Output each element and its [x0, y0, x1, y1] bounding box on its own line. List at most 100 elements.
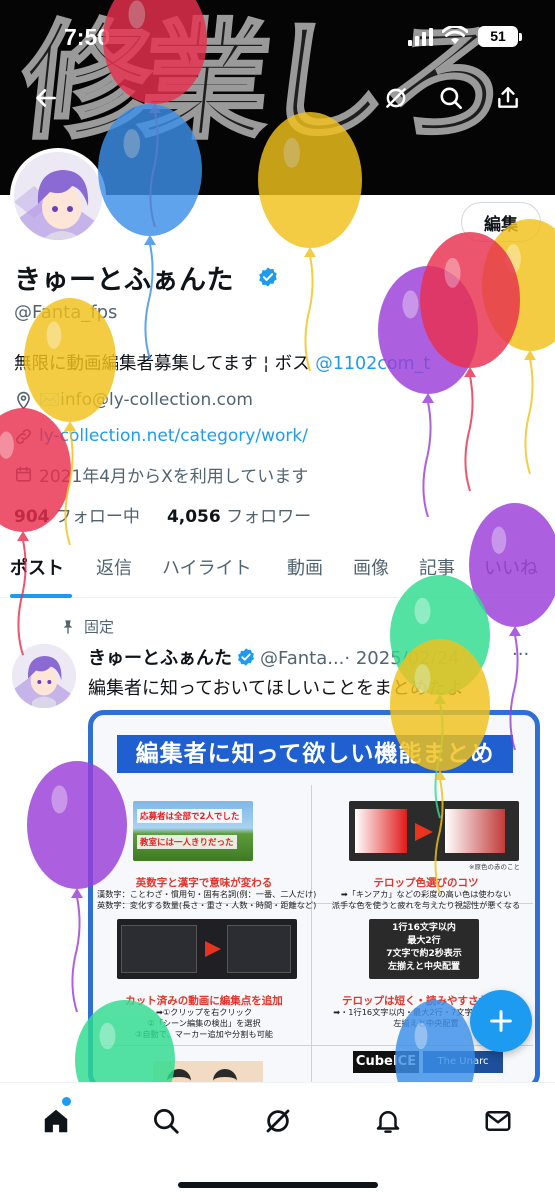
image-thumb: 応募者は全部で2人でした 教室には一人きりだった [133, 801, 253, 861]
tab-likes[interactable]: いいね [484, 554, 538, 580]
followers-label: フォロワー [226, 507, 312, 527]
post-avatar-illustration [12, 644, 76, 708]
thumb-caption: 応募者は全部で2人でした [137, 809, 243, 823]
thumb-line: 最大2行 [407, 936, 441, 946]
tab-articles[interactable]: 記事 [419, 554, 455, 580]
cell-heading: カット済みの動画に編集点を追加 [125, 995, 283, 1007]
tab-highlights[interactable]: ハイライト [162, 554, 252, 580]
dialog-thumb [227, 925, 291, 973]
status-bar: 7:50 51 [0, 0, 555, 70]
battery-icon: 51 [478, 26, 518, 47]
display-name: きゅーとふぁんた [14, 265, 234, 296]
grok-button[interactable] [376, 78, 416, 118]
post-text: 編集者に知っておいてほしいことをまとめたよ [88, 678, 465, 699]
followers-link[interactable]: 4,056 フォロワー [167, 507, 311, 527]
search-button[interactable] [431, 78, 471, 118]
color-picker-swatch [445, 809, 505, 853]
verified-badge-icon [238, 648, 254, 666]
image-cell-scene-edit: カット済みの動画に編集点を追加 ➡①クリップを右クリック ②「シーン編集の検出」… [97, 919, 311, 1039]
share-button[interactable] [488, 78, 528, 118]
profile-website-row: ly-collection.net/category/work/ [14, 426, 308, 446]
signal-icon [408, 28, 433, 46]
cell-desc: ③自動で、マーカー追加や分割も可能 [134, 1029, 273, 1039]
cell-heading: テロップ色選びのコツ [373, 877, 479, 889]
balloon [420, 232, 520, 492]
cell-desc: ➡「キンアカ」などの彩度の高い色は使わない [340, 889, 512, 899]
cell-desc: ➡①クリップを右クリック [155, 1007, 253, 1017]
color-picker-swatch [355, 809, 407, 853]
search-icon [440, 87, 463, 110]
profile-email-row: ✉️info@ly-collection.com [14, 390, 253, 410]
search-icon [154, 1109, 179, 1134]
cell-desc: 英数字：変化する数量(長さ・重さ・人数・時間・距離など) [97, 900, 317, 910]
notification-dot [62, 1097, 71, 1106]
pin-icon [63, 619, 73, 634]
tab-videos[interactable]: 動画 [287, 554, 323, 580]
image-cell-colors: ※原色の赤のこと テロップ色選びのコツ ➡「キンアカ」などの彩度の高い色は使わな… [319, 801, 533, 910]
post-author-handle[interactable]: @Fanta... [260, 648, 344, 669]
avatar-illustration [14, 152, 102, 240]
post-avatar[interactable] [12, 644, 76, 708]
home-icon [44, 1109, 68, 1133]
following-label: フォロー中 [54, 507, 140, 527]
cell-desc: ②「シーン編集の検出」を選択 [147, 1018, 261, 1028]
verified-badge-icon [259, 267, 277, 287]
profile-tabs: ポスト 返信 ハイライト 動画 画像 記事 いいね [0, 540, 555, 598]
arrow-right-icon [205, 941, 221, 957]
cubeice-logo: CubeICE [353, 1051, 419, 1073]
tab-replies[interactable]: 返信 [96, 554, 132, 580]
cell-note: ※原色の赤のこと [469, 863, 520, 871]
edit-profile-button[interactable]: 編集 [461, 202, 541, 242]
image-title: 編集者に知って欲しい機能まとめ [117, 735, 513, 773]
pinned-text: 固定 [84, 618, 115, 636]
image-thumb [117, 919, 297, 979]
follow-stats: 904 フォロー中 4,056 フォロワー [14, 502, 311, 527]
balloon [378, 266, 478, 518]
post-header: きゅーとふぁんた @Fanta...· 2025/02/24 [88, 644, 460, 670]
post-more-button[interactable]: ··· [512, 644, 529, 665]
bio-text: 無限に動画編集者募集してます ¦ ボス [14, 354, 316, 374]
balloon [482, 219, 555, 475]
pinned-label: 固定 [60, 616, 114, 637]
cell-desc: 派手な色を使うと疲れを与えたり視認性が悪くなる [331, 900, 521, 910]
thumb-line: 7文字で約2秒表示 [386, 949, 462, 959]
cell-heading: 英数字と漢字で意味が変わる [135, 877, 273, 889]
wifi-icon [442, 26, 468, 44]
unarc-logo: The Unarc [423, 1051, 503, 1073]
location-pin-icon [17, 391, 30, 410]
followers-count: 4,056 [166, 507, 221, 527]
grok-icon [266, 1109, 290, 1133]
following-link[interactable]: 904 フォロー中 [14, 507, 140, 527]
nav-home[interactable] [34, 1099, 78, 1143]
compose-button[interactable] [470, 990, 532, 1052]
link-icon [16, 428, 31, 444]
following-count: 904 [14, 507, 50, 527]
nav-notifications[interactable] [366, 1099, 410, 1143]
back-button[interactable] [26, 78, 66, 118]
profile-handle: @Fanta_fps [14, 302, 118, 323]
cell-desc: 漢数字：ことわざ・慣用句・固有名詞(例：一番、二人だけ) [97, 889, 317, 899]
arrow-left-icon [36, 89, 56, 107]
grok-icon [386, 88, 406, 108]
tab-active-indicator [10, 594, 72, 598]
tab-images[interactable]: 画像 [353, 554, 389, 580]
nav-search[interactable] [144, 1099, 188, 1143]
calendar-icon [15, 466, 32, 482]
profile-avatar[interactable] [10, 148, 106, 244]
profile-joined-row: 2021年4月からXを利用しています [14, 462, 308, 487]
plus-icon [490, 1010, 512, 1032]
status-time: 7:50 [64, 24, 111, 50]
image-thumb [349, 801, 519, 861]
tab-posts[interactable]: ポスト [10, 554, 64, 580]
thumb-line: 1行16文字以内 [392, 923, 456, 933]
battery-nub [519, 33, 522, 41]
nav-messages[interactable] [476, 1099, 520, 1143]
thumb-caption: 教室には一人きりだった [137, 835, 237, 849]
post-author-name[interactable]: きゅーとふぁんた [88, 648, 232, 669]
profile-website-link[interactable]: ly-collection.net/category/work/ [39, 426, 308, 446]
bio-mention-link[interactable]: @1102com_t [315, 354, 430, 374]
arrow-right-icon [415, 823, 433, 841]
home-indicator [178, 1182, 378, 1188]
profile-joined-date: 2021年4月からXを利用しています [39, 467, 309, 487]
nav-grok[interactable] [256, 1099, 300, 1143]
